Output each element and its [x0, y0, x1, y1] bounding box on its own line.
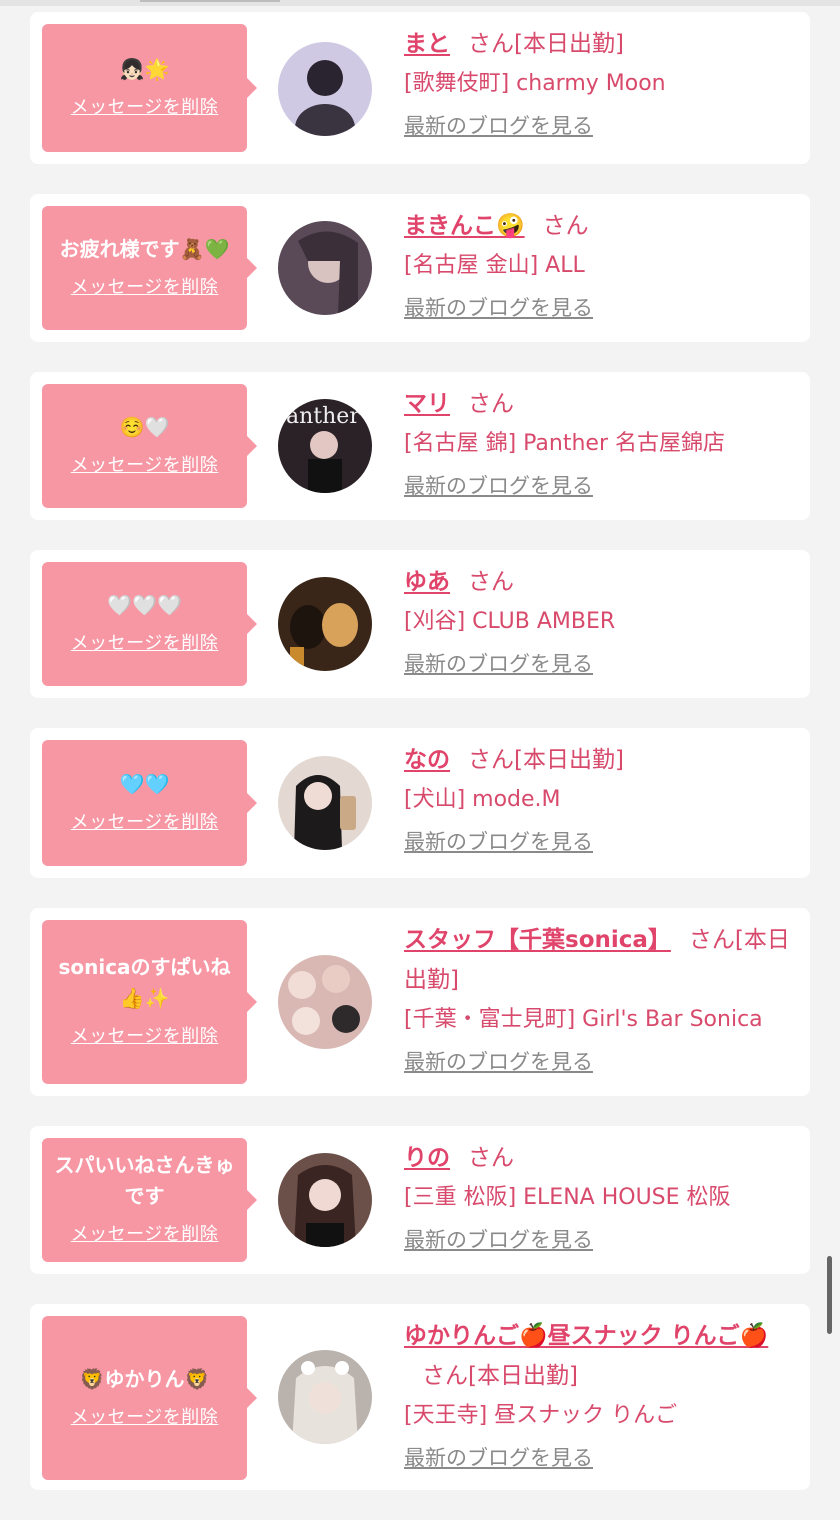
latest-blog-link[interactable]: 最新のブログを見る — [404, 106, 593, 146]
latest-blog-link[interactable]: 最新のブログを見る — [404, 1220, 593, 1260]
avatar-icon — [278, 756, 372, 850]
user-info: まきんこ🤪 さん [名古屋 金山] ALL 最新のブログを見る — [404, 206, 792, 328]
message-card: sonicaのすぱいね👍✨ メッセージを削除 スタッフ【千葉sonica】 さん[… — [30, 908, 810, 1096]
user-name-link[interactable]: マリ — [404, 391, 450, 417]
message-bubble: sonicaのすぱいね👍✨ メッセージを削除 — [42, 920, 257, 1084]
shop-name: [天王寺] 昼スナック りんご — [404, 1403, 678, 1428]
work-status: [本日出勤] — [468, 1363, 578, 1389]
message-card: お疲れ様です🧸💚 メッセージを削除 まきんこ🤪 さん [名古屋 金山] ALL 最… — [30, 194, 810, 342]
avatar[interactable] — [278, 756, 372, 850]
message-text: 👧🏻🌟 — [119, 56, 170, 81]
message-bubble: 👧🏻🌟 メッセージを削除 — [42, 24, 257, 152]
san-suffix: さん — [468, 569, 514, 595]
user-name-link[interactable]: なの — [404, 747, 450, 773]
avatar-icon — [278, 42, 372, 136]
delete-message-link[interactable]: メッセージを削除 — [71, 1403, 219, 1429]
avatar[interactable] — [278, 955, 372, 1049]
san-suffix: さん — [422, 1363, 468, 1389]
message-text: ☺️🤍 — [119, 414, 170, 439]
shop-name: [刈谷] CLUB AMBER — [404, 609, 616, 634]
latest-blog-link[interactable]: 最新のブログを見る — [404, 644, 593, 684]
scrollbar[interactable] — [827, 1256, 832, 1334]
shop-name: [犬山] mode.M — [404, 787, 561, 812]
top-scroll-indicator — [0, 0, 840, 6]
message-text: sonicaのすぱいね👍✨ — [58, 955, 231, 1010]
user-name-link[interactable]: スタッフ【千葉sonica】 — [404, 927, 671, 953]
message-text: 🩵🩵 — [119, 771, 170, 796]
san-suffix: さん — [468, 391, 514, 417]
san-suffix: さん — [542, 213, 589, 239]
message-bubble: 🩵🩵 メッセージを削除 — [42, 740, 257, 866]
avatar[interactable] — [278, 1153, 372, 1247]
message-card: 🤍🤍🤍 メッセージを削除 ゆあ さん [刈谷] CLUB AMBER 最新のブログ… — [30, 550, 810, 698]
message-bubble: 🦁ゆかりん🦁 メッセージを削除 — [42, 1316, 257, 1480]
delete-message-link[interactable]: メッセージを削除 — [71, 629, 219, 655]
user-info: まと さん[本日出勤] [歌舞伎町] charmy Moon 最新のブログを見る — [404, 24, 792, 146]
work-status: [本日出勤] — [514, 31, 624, 57]
message-bubble: 🤍🤍🤍 メッセージを削除 — [42, 562, 257, 686]
user-info: ゆかりんご🍎昼スナック りんご🍎 さん[本日出勤] [天王寺] 昼スナック りんご… — [404, 1316, 792, 1478]
shop-name: [名古屋 金山] ALL — [404, 253, 585, 278]
latest-blog-link[interactable]: 最新のブログを見る — [404, 1438, 593, 1478]
avatar[interactable] — [278, 221, 372, 315]
message-card: スパいいねさんきゅです メッセージを削除 りの さん [三重 松阪] ELENA … — [30, 1126, 810, 1274]
user-name-link[interactable]: まと — [404, 31, 450, 57]
avatar-icon — [278, 955, 372, 1049]
user-name-link[interactable]: まきんこ🤪 — [404, 213, 525, 239]
user-name-link[interactable]: ゆかりんご🍎昼スナック りんご🍎 — [404, 1323, 768, 1349]
latest-blog-link[interactable]: 最新のブログを見る — [404, 1042, 593, 1082]
user-info: マリ さん [名古屋 錦] Panther 名古屋錦店 最新のブログを見る — [404, 384, 792, 506]
svg-text:anther: anther — [286, 404, 360, 429]
message-text: お疲れ様です🧸💚 — [59, 236, 230, 261]
san-suffix: さん — [468, 31, 514, 57]
shop-name: [歌舞伎町] charmy Moon — [404, 71, 666, 96]
top-scroll-segment — [140, 0, 280, 2]
message-bubble: ☺️🤍 メッセージを削除 — [42, 384, 257, 508]
delete-message-link[interactable]: メッセージを削除 — [71, 808, 219, 834]
message-bubble: お疲れ様です🧸💚 メッセージを削除 — [42, 206, 257, 330]
san-suffix: さん — [468, 1145, 514, 1171]
user-info: スタッフ【千葉sonica】 さん[本日出勤] [千葉・富士見町] Girl's … — [404, 920, 792, 1082]
user-name-link[interactable]: りの — [404, 1145, 450, 1171]
avatar[interactable] — [278, 1350, 372, 1444]
work-status: [本日出勤] — [514, 747, 624, 773]
message-text: 🤍🤍🤍 — [107, 592, 182, 617]
delete-message-link[interactable]: メッセージを削除 — [71, 1220, 219, 1246]
avatar-icon — [278, 1153, 372, 1247]
delete-message-link[interactable]: メッセージを削除 — [71, 451, 219, 477]
latest-blog-link[interactable]: 最新のブログを見る — [404, 466, 593, 506]
shop-name: [三重 松阪] ELENA HOUSE 松阪 — [404, 1185, 731, 1210]
shop-name: [名古屋 錦] Panther 名古屋錦店 — [404, 431, 725, 456]
avatar-icon — [278, 1350, 372, 1444]
san-suffix: さん — [468, 747, 514, 773]
message-card: 👧🏻🌟 メッセージを削除 まと さん[本日出勤] [歌舞伎町] charmy Mo… — [30, 12, 810, 164]
message-card: ☺️🤍 メッセージを削除 anther マリ さん [名古屋 錦] Panther… — [30, 372, 810, 520]
avatar[interactable] — [278, 577, 372, 671]
message-card: 🩵🩵 メッセージを削除 なの さん[本日出勤] [犬山] mode.M 最新のブロ… — [30, 728, 810, 878]
latest-blog-link[interactable]: 最新のブログを見る — [404, 822, 593, 862]
message-list: 👧🏻🌟 メッセージを削除 まと さん[本日出勤] [歌舞伎町] charmy Mo… — [30, 12, 810, 1520]
shop-name: [千葉・富士見町] Girl's Bar Sonica — [404, 1007, 763, 1032]
message-bubble: スパいいねさんきゅです メッセージを削除 — [42, 1138, 257, 1262]
message-text: 🦁ゆかりん🦁 — [79, 1366, 210, 1391]
avatar[interactable] — [278, 42, 372, 136]
user-name-link[interactable]: ゆあ — [404, 569, 450, 595]
delete-message-link[interactable]: メッセージを削除 — [71, 273, 219, 299]
user-info: なの さん[本日出勤] [犬山] mode.M 最新のブログを見る — [404, 740, 792, 862]
avatar-icon: anther — [278, 399, 372, 493]
user-info: りの さん [三重 松阪] ELENA HOUSE 松阪 最新のブログを見る — [404, 1138, 792, 1260]
avatar-icon — [278, 577, 372, 671]
avatar[interactable]: anther — [278, 399, 372, 493]
user-info: ゆあ さん [刈谷] CLUB AMBER 最新のブログを見る — [404, 562, 792, 684]
message-text: スパいいねさんきゅです — [54, 1153, 235, 1208]
message-card: 🦁ゆかりん🦁 メッセージを削除 ゆかりんご🍎昼スナック りんご🍎 さん[本日出勤]… — [30, 1304, 810, 1490]
latest-blog-link[interactable]: 最新のブログを見る — [404, 288, 593, 328]
delete-message-link[interactable]: メッセージを削除 — [71, 93, 219, 119]
avatar-icon — [278, 221, 372, 315]
delete-message-link[interactable]: メッセージを削除 — [71, 1022, 219, 1048]
san-suffix: さん — [688, 927, 735, 953]
